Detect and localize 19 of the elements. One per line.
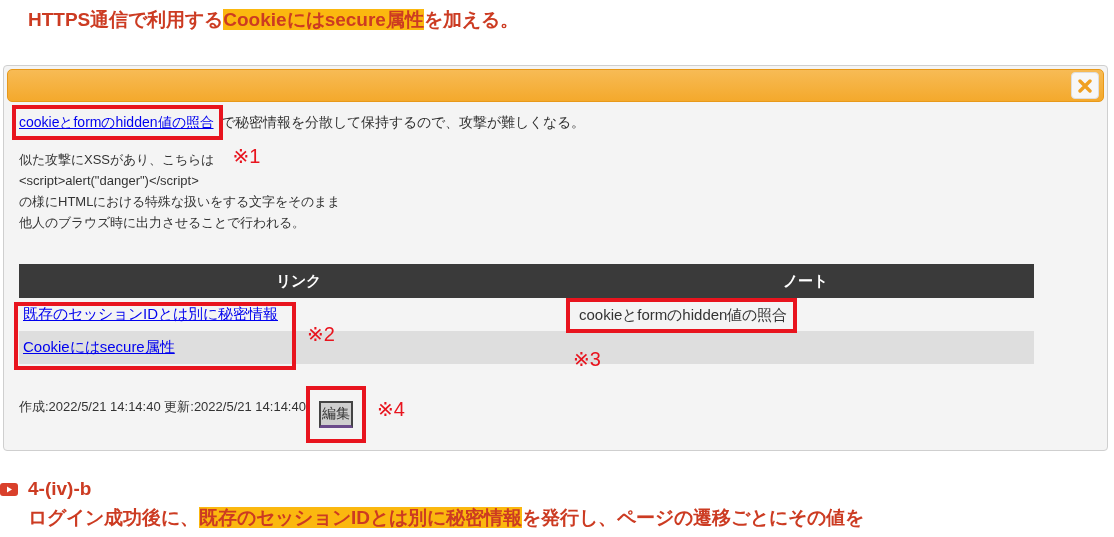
- annotation-mark: ※4: [376, 399, 405, 419]
- link-cell[interactable]: 既存のセッションIDとは別に秘密情報: [23, 305, 278, 322]
- note-cell-text: cookieとformのhidden値の照合: [578, 305, 788, 323]
- annotation-mark: ※2: [307, 322, 335, 346]
- column-header: リンク: [19, 264, 577, 298]
- section-title: 4-(iv)-b: [28, 477, 92, 501]
- body-text: 似た攻撃にXSSがあり、こちらは: [19, 151, 214, 169]
- body-text: の様にHTMLにおける特殊な扱いをする文字をそのまま: [19, 193, 341, 211]
- link-cell[interactable]: Cookieにはsecure属性: [23, 338, 175, 355]
- body-text: <script>alert("danger")</script>: [19, 172, 199, 190]
- annotation-mark: ※3: [573, 346, 601, 371]
- column-header: ノート: [577, 264, 1034, 298]
- timestamp-text: 作成:2022/5/21 14:14:40 更新:2022/5/21 14:14:40: [19, 398, 306, 416]
- note-link[interactable]: cookieとformのhidden値の照合: [19, 114, 214, 130]
- annotation-mark: ※1: [232, 144, 261, 168]
- body-text: 他人のブラウズ時に出力させることで行われる。: [19, 214, 305, 232]
- intro-text: で秘密情報を分散して保持するので、攻撃が難しくなる。: [220, 114, 585, 130]
- edit-button[interactable]: 編集: [318, 401, 353, 428]
- section-heading: ログイン成功後に、既存のセッションIDとは別に秘密情報を発行し、ページの遷移ごとにその値を: [28, 506, 865, 530]
